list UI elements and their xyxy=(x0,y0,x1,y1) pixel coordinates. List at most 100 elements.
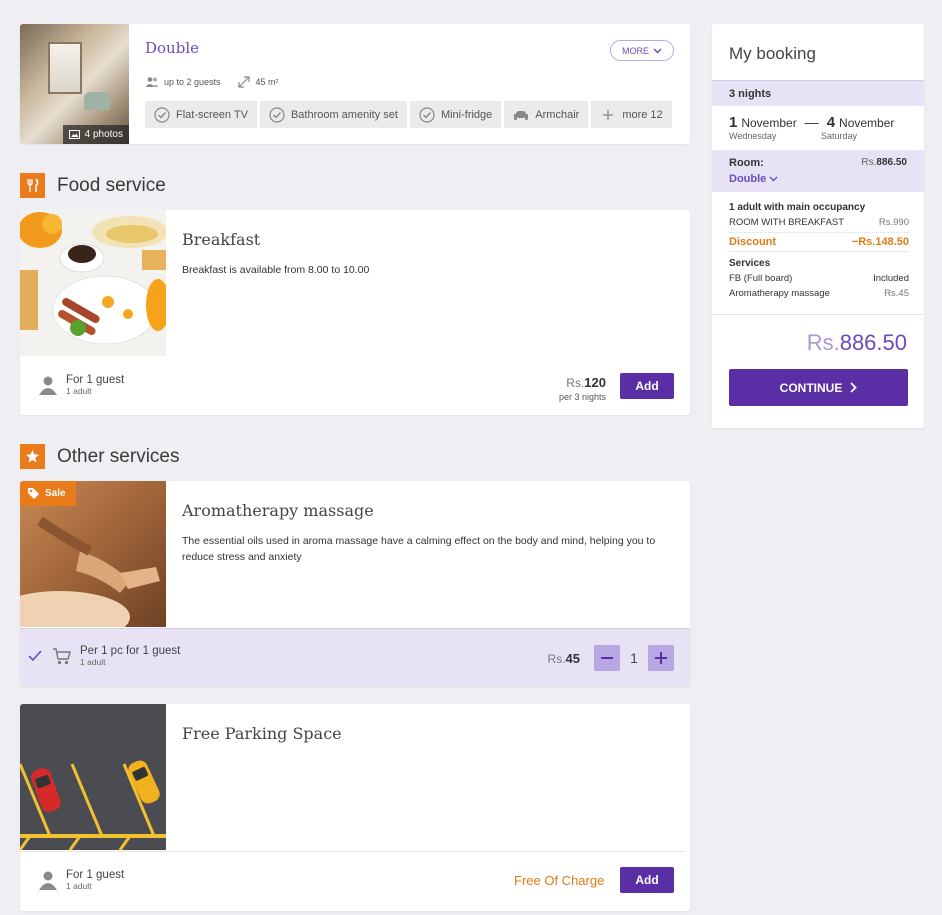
price-amount: 45 xyxy=(565,651,580,666)
free-of-charge-label: Free Of Charge xyxy=(514,873,605,888)
more-label: MORE xyxy=(622,45,649,56)
service-value: Rs.45 xyxy=(884,288,909,299)
nights-count: 3 nights xyxy=(712,80,924,106)
booking-lines: 1 adult with main occupancy ROOM WITH BR… xyxy=(729,200,909,301)
fork-knife-icon xyxy=(20,173,45,198)
massage-price: Rs.45 xyxy=(548,650,580,668)
image-icon xyxy=(68,130,80,139)
divider xyxy=(20,851,685,852)
amenity-label: Mini-fridge xyxy=(440,108,493,121)
rate-price: Rs.990 xyxy=(878,217,909,228)
plus-icon xyxy=(603,109,614,120)
room-meta: up to 2 guests 45 m² xyxy=(145,76,279,88)
amenity-tag: Mini-fridge xyxy=(409,101,502,128)
decrement-button[interactable] xyxy=(594,645,620,671)
check-icon xyxy=(28,650,42,662)
photos-count: 4 photos xyxy=(84,129,123,140)
amenities-list: Flat-screen TV Bathroom amenity set Mini… xyxy=(145,101,672,128)
room-photo[interactable]: 4 photos xyxy=(20,24,129,144)
continue-label: CONTINUE xyxy=(779,380,843,395)
resize-icon xyxy=(237,76,250,88)
room-window-graphic xyxy=(48,42,82,94)
price-currency: Rs. xyxy=(566,376,585,390)
other-section-header: Other services xyxy=(20,444,179,469)
total-price: Rs.886.50 xyxy=(807,330,907,356)
service-name: Aromatherapy massage xyxy=(729,288,830,299)
amenity-label: Flat-screen TV xyxy=(176,108,248,121)
quantity-value[interactable]: 1 xyxy=(620,650,648,666)
other-section-title: Other services xyxy=(57,445,180,467)
amenity-label: Armchair xyxy=(535,108,580,121)
room-label: Room: xyxy=(729,157,764,169)
rate-line: ROOM WITH BREAKFAST Rs.990 xyxy=(729,215,909,230)
discount-value: −Rs.148.50 xyxy=(851,236,909,248)
chevron-down-icon xyxy=(653,47,662,54)
booking-title: My booking xyxy=(729,44,816,63)
room-chair-graphic xyxy=(84,92,110,110)
guest-main-text: Per 1 pc for 1 guest xyxy=(80,645,181,657)
more-button[interactable]: MORE xyxy=(610,40,674,61)
person-icon xyxy=(39,871,57,890)
amenity-label: Bathroom amenity set xyxy=(290,108,398,121)
price-amount: 120 xyxy=(584,375,606,390)
massage-card: Sale Aromatherapy massage The essential … xyxy=(20,481,690,686)
massage-description: The essential oils used in aroma massage… xyxy=(182,535,656,563)
breakfast-card: Breakfast Breakfast is available from 8.… xyxy=(20,210,690,415)
room-summary: Room: Rs.886.50 Double xyxy=(712,150,924,192)
total-currency: Rs. xyxy=(806,330,840,355)
area-info: 45 m² xyxy=(237,76,279,88)
check-out-day: 4 xyxy=(826,114,836,131)
amenity-tag: Bathroom amenity set xyxy=(259,101,407,128)
food-section-title: Food service xyxy=(57,174,166,196)
room-title[interactable]: Double xyxy=(145,39,199,57)
check-in-weekday: Wednesday xyxy=(729,131,777,141)
cart-icon xyxy=(53,648,71,665)
parking-add-button[interactable]: Add xyxy=(620,867,674,893)
breakfast-description: Breakfast is available from 8.00 to 10.0… xyxy=(182,264,370,276)
guests-icon xyxy=(145,77,159,87)
parking-photo xyxy=(20,704,166,850)
parking-title: Free Parking Space xyxy=(182,724,342,743)
service-value: Included xyxy=(873,273,909,284)
occupancy-line: 1 adult with main occupancy xyxy=(729,202,866,213)
massage-guest-info: Per 1 pc for 1 guest 1 adult xyxy=(52,645,180,667)
divider xyxy=(712,314,924,315)
increment-button[interactable] xyxy=(648,645,674,671)
breakfast-add-button[interactable]: Add xyxy=(620,373,674,399)
breakfast-photo xyxy=(20,210,166,356)
sale-badge: Sale xyxy=(20,481,76,506)
guests-info: up to 2 guests xyxy=(145,76,221,88)
parking-guest-info: For 1 guest 1 adult xyxy=(38,869,124,891)
discount-label: Discount xyxy=(729,236,777,248)
total-amount: 886.50 xyxy=(839,330,907,355)
person-icon xyxy=(39,376,57,395)
guest-sub-text: 1 adult xyxy=(80,657,106,667)
room-price: 886.50 xyxy=(876,157,907,168)
parking-card: Free Parking Space For 1 guest 1 adult F… xyxy=(20,704,690,911)
service-line: Aromatherapy massage Rs.45 xyxy=(729,286,909,301)
guests-text: up to 2 guests xyxy=(164,77,221,87)
minus-icon xyxy=(601,657,613,659)
star-icon xyxy=(20,444,45,469)
price-currency: Rs. xyxy=(547,652,566,666)
sale-label: Sale xyxy=(45,488,66,499)
room-card: 4 photos Double MORE up to 2 guests 45 m… xyxy=(20,24,690,144)
continue-button[interactable]: CONTINUE xyxy=(729,369,908,406)
food-section-header: Food service xyxy=(20,173,166,198)
services-heading: Services xyxy=(729,258,771,269)
room-type-dropdown[interactable]: Double xyxy=(729,173,907,185)
guest-sub-text: 1 adult xyxy=(66,881,92,891)
more-amenities-button[interactable]: more 12 xyxy=(591,101,672,128)
breakfast-price: Rs.120 per 3 nights xyxy=(559,374,606,402)
amenity-tag: Flat-screen TV xyxy=(145,101,257,128)
photos-badge[interactable]: 4 photos xyxy=(62,125,129,144)
booking-panel: My booking 3 nights 1 November — 4 Novem… xyxy=(712,24,924,428)
rate-name: ROOM WITH BREAKFAST xyxy=(729,217,845,228)
check-out-weekday: Saturday xyxy=(821,131,858,141)
plus-icon xyxy=(655,652,667,664)
more-amenities-label: more 12 xyxy=(622,108,663,121)
guest-main-text: For 1 guest xyxy=(66,869,125,881)
guest-main-text: For 1 guest xyxy=(66,374,125,386)
room-type-label: Double xyxy=(729,173,767,185)
breakfast-guest-info: For 1 guest 1 adult xyxy=(38,374,124,396)
